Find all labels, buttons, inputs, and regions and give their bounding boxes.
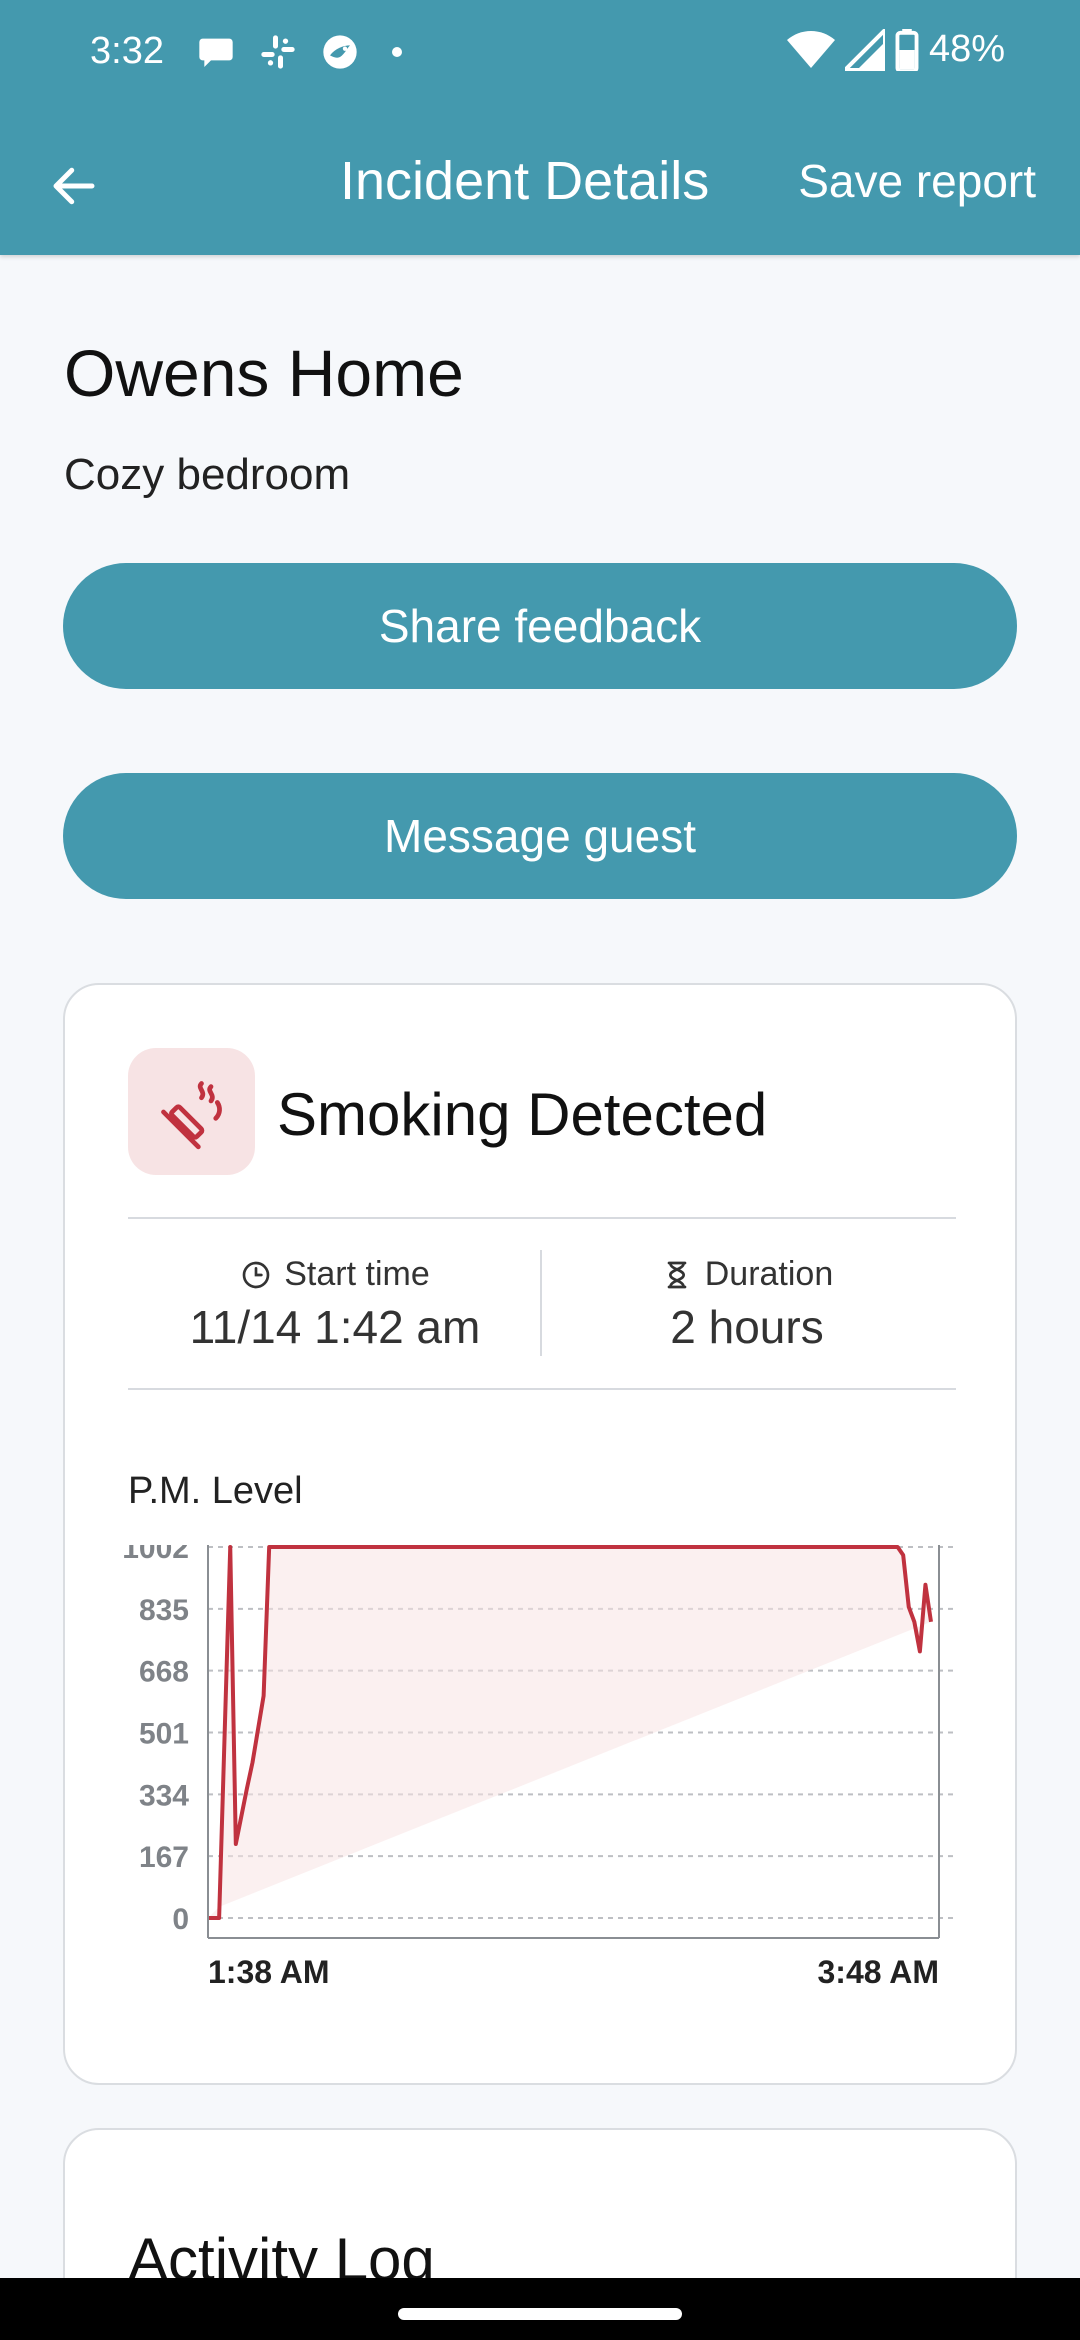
smoking-icon xyxy=(160,1080,222,1149)
duration-label: Duration xyxy=(704,1255,834,1293)
battery-percent: 48% xyxy=(928,28,1005,70)
back-button[interactable] xyxy=(38,150,110,222)
clock-icon xyxy=(242,1261,270,1288)
navigation-bar xyxy=(0,2278,1080,2340)
status-bar: 3:32 48% xyxy=(0,0,1080,110)
status-notification-icons xyxy=(196,32,402,72)
incident-card: Smoking Detected Start time 11/14 1:42 a… xyxy=(63,983,1017,2085)
header: 3:32 48% Incident Details Save report xyxy=(0,0,1080,255)
room-name: Cozy bedroom xyxy=(64,450,351,499)
y-tick-label: 0 xyxy=(172,1903,189,1936)
incident-icon-box xyxy=(128,1048,255,1175)
message-guest-button[interactable]: Message guest xyxy=(63,773,1017,899)
hourglass-icon xyxy=(667,1261,687,1288)
stat-divider xyxy=(540,1250,542,1356)
divider xyxy=(128,1388,956,1390)
status-system-icons: 48% xyxy=(786,28,1005,71)
app-icon xyxy=(323,35,357,69)
chart-title: P.M. Level xyxy=(128,1470,303,1512)
start-time-value: 11/14 1:42 am xyxy=(189,1301,481,1353)
duration-value: 2 hours xyxy=(670,1301,824,1353)
y-tick-label: 668 xyxy=(139,1656,189,1689)
duration-stat: Duration 2 hours xyxy=(547,1255,947,1354)
divider xyxy=(128,1217,956,1219)
page-title: Incident Details xyxy=(340,151,710,211)
home-gesture-handle[interactable] xyxy=(398,2308,682,2320)
start-time-label: Start time xyxy=(284,1255,430,1293)
status-time: 3:32 xyxy=(90,30,164,72)
save-report-button[interactable]: Save report xyxy=(798,154,1036,208)
arrow-back-icon xyxy=(53,167,95,205)
signal-icon xyxy=(844,28,885,71)
slack-icon xyxy=(261,35,295,69)
x-tick-label: 1:38 AM xyxy=(208,1954,330,1990)
chat-bubble-icon xyxy=(199,38,233,67)
dot-icon xyxy=(392,47,402,57)
y-tick-label: 167 xyxy=(139,1841,189,1874)
y-tick-label: 835 xyxy=(139,1594,189,1627)
battery-icon xyxy=(895,28,919,71)
start-time-stat: Start time 11/14 1:42 am xyxy=(135,1255,535,1354)
y-tick-label: 334 xyxy=(139,1779,189,1812)
app-bar: Incident Details Save report xyxy=(0,110,1080,255)
y-tick-label: 1002 xyxy=(122,1545,189,1565)
share-feedback-button[interactable]: Share feedback xyxy=(63,563,1017,689)
incident-title: Smoking Detected xyxy=(277,1081,768,1148)
y-tick-label: 501 xyxy=(139,1718,189,1751)
pm-level-chart: 0 167 334 501 668 835 1002 1:38 AM 3:48 AM xyxy=(122,1545,957,1990)
property-name: Owens Home xyxy=(64,336,464,410)
wifi-icon xyxy=(786,30,835,68)
x-tick-label: 3:48 AM xyxy=(817,1954,939,1990)
